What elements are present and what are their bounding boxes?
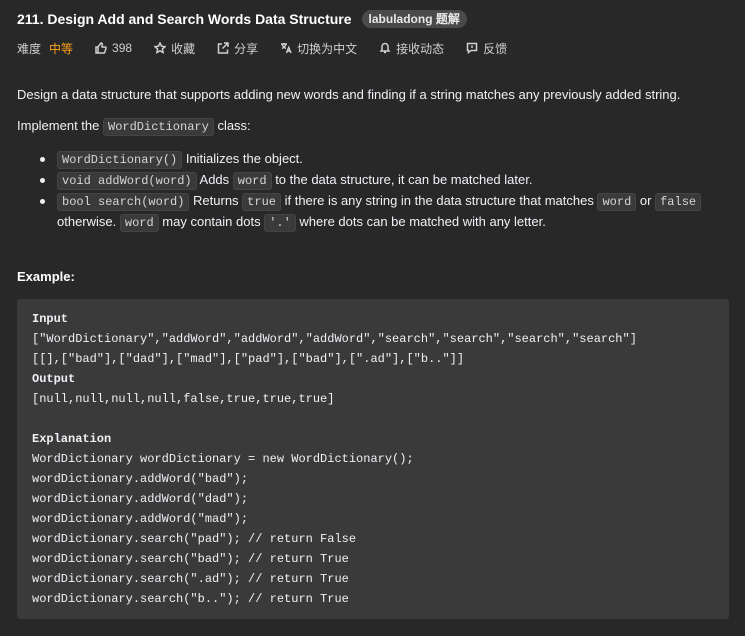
inline-code: word <box>119 214 159 232</box>
translate-label: 切换为中文 <box>297 41 358 56</box>
inline-code: void addWord(word) <box>57 172 197 190</box>
inline-code: WordDictionary <box>103 118 214 136</box>
example-code-block[interactable]: Input ["WordDictionary","addWord","addWo… <box>17 299 729 619</box>
notify-button[interactable]: 接收动态 <box>379 40 444 57</box>
translate-icon <box>281 43 292 54</box>
feedback-icon <box>466 42 478 54</box>
input-line: ["WordDictionary","addWord","addWord","a… <box>32 332 637 346</box>
output-label: Output <box>32 372 76 386</box>
like-count: 398 <box>112 41 133 55</box>
star-icon <box>154 42 167 54</box>
explanation-line: wordDictionary.search(".ad"); // return … <box>32 572 349 586</box>
problem-title[interactable]: 211. Design Add and Search Words Data St… <box>17 11 352 27</box>
bullet-text: Initializes the object. <box>182 151 303 166</box>
bullet-text: where dots can be matched with any lette… <box>295 214 546 229</box>
explanation-line: wordDictionary.addWord("bad"); <box>32 472 249 486</box>
inline-code: word <box>597 193 637 211</box>
problem-description: Design a data structure that supports ad… <box>17 85 729 233</box>
difficulty-label: 难度 <box>17 41 42 56</box>
bullet-text: or <box>636 193 656 208</box>
feedback-button[interactable]: 反馈 <box>466 40 507 57</box>
bullet-text: Adds <box>196 172 233 187</box>
explanation-line: wordDictionary.addWord("dad"); <box>32 492 249 506</box>
thumbs-up-icon <box>95 42 107 54</box>
explanation-label: Explanation <box>32 432 112 446</box>
difficulty-value: 中等 <box>49 41 74 56</box>
method-list: WordDictionary() Initializes the object.… <box>40 149 729 233</box>
bell-icon <box>379 42 391 54</box>
explanation-line: wordDictionary.search("pad"); // return … <box>32 532 357 546</box>
implement-suffix: class: <box>213 118 251 133</box>
inline-code: WordDictionary() <box>57 151 183 169</box>
bullet-text: otherwise. <box>57 214 120 229</box>
intro-text: Design a data structure that supports ad… <box>17 87 681 102</box>
labuladong-badge[interactable]: labuladong 题解 <box>361 10 467 28</box>
output-line: [null,null,null,null,false,true,true,tru… <box>32 392 335 406</box>
title-row: 211. Design Add and Search Words Data St… <box>17 9 467 29</box>
implement-text: Implement the WordDictionary class: <box>17 116 729 137</box>
favorite-label: 收藏 <box>171 41 196 56</box>
favorite-button[interactable]: 收藏 <box>154 40 195 57</box>
list-item: WordDictionary() Initializes the object. <box>40 149 729 170</box>
share-icon <box>217 42 229 54</box>
input-label: Input <box>32 312 69 326</box>
feedback-label: 反馈 <box>483 41 508 56</box>
bullet-text: if there is any string in the data struc… <box>280 193 598 208</box>
explanation-line: WordDictionary wordDictionary = new Word… <box>32 452 414 466</box>
inline-code: false <box>655 193 702 211</box>
example-title: Example: <box>17 269 75 284</box>
meta-toolbar: 难度 中等 398 收藏 分享 切换为中文 接收动态 反馈 <box>17 39 529 57</box>
share-label: 分享 <box>234 41 259 56</box>
bullet-text: Returns <box>189 193 243 208</box>
inline-code: bool search(word) <box>57 193 190 211</box>
list-item: void addWord(word) Adds word to the data… <box>40 170 729 191</box>
explanation-line: wordDictionary.search("bad"); // return … <box>32 552 349 566</box>
notify-label: 接收动态 <box>396 41 445 56</box>
input-line: [[],["bad"],["dad"],["mad"],["pad"],["ba… <box>32 352 465 366</box>
implement-prefix: Implement the <box>17 118 103 133</box>
inline-code: true <box>242 193 281 211</box>
like-button[interactable]: 398 <box>95 41 132 55</box>
explanation-line: wordDictionary.addWord("mad"); <box>32 512 249 526</box>
explanation-line: wordDictionary.search("b.."); // return … <box>32 592 349 606</box>
bullet-text: may contain dots <box>158 214 265 229</box>
inline-code: word <box>232 172 272 190</box>
inline-code: '.' <box>264 214 296 232</box>
bullet-text: to the data structure, it can be matched… <box>271 172 533 187</box>
list-item: bool search(word) Returns true if there … <box>40 191 729 233</box>
share-button[interactable]: 分享 <box>217 40 258 57</box>
translate-button[interactable]: 切换为中文 <box>280 40 357 57</box>
